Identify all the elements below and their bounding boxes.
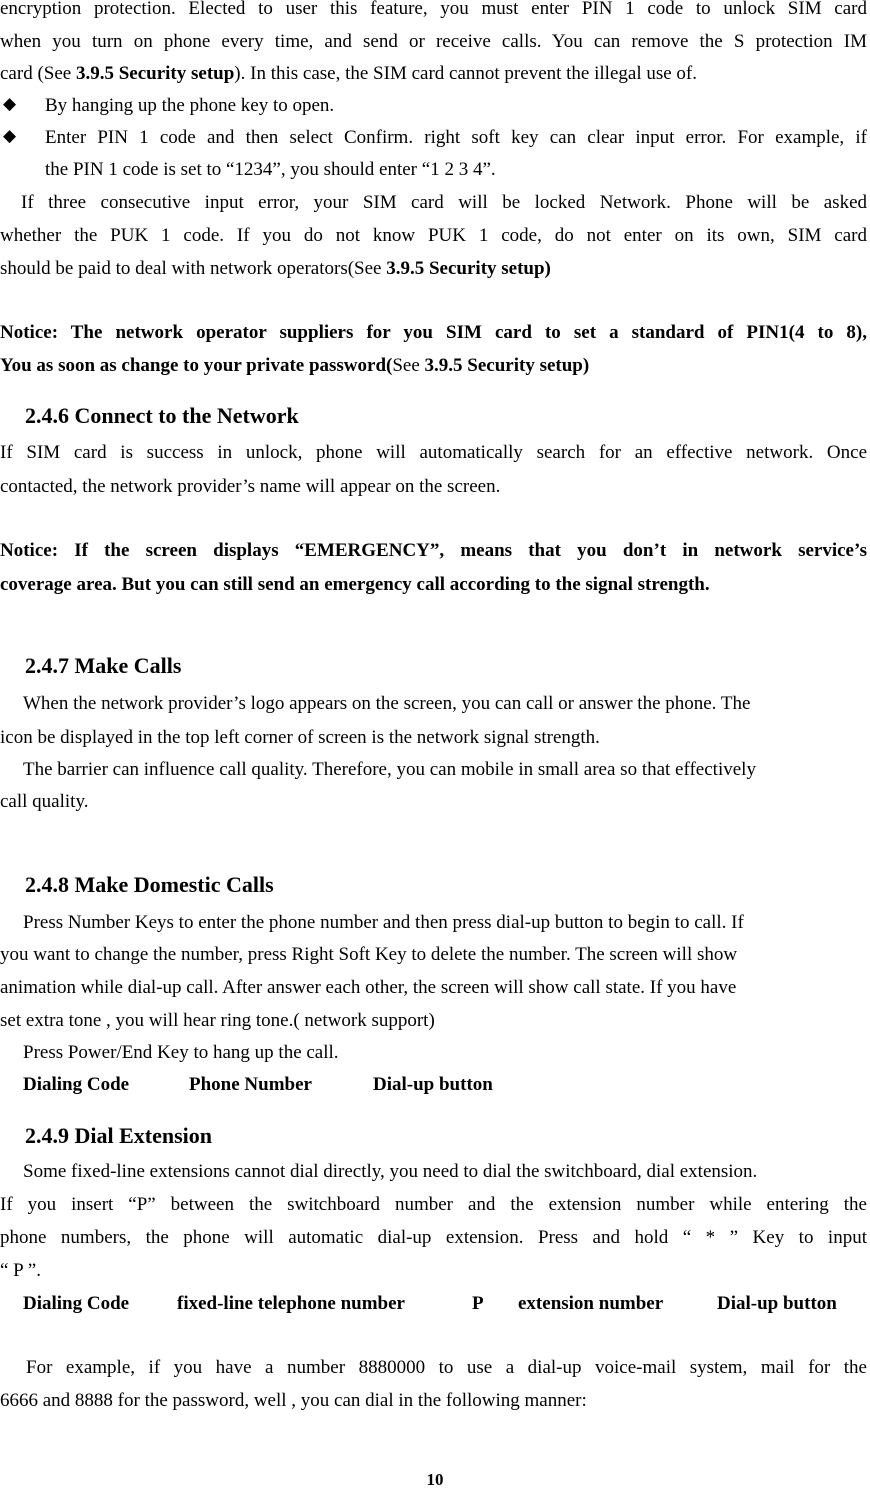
example-line: 6666 and 8888 for the password, well , y… xyxy=(0,1390,587,1411)
bullet-item: the PIN 1 code is set to “1234”, you sho… xyxy=(45,159,496,180)
body-line: If SIM card is success in unlock, phone … xyxy=(0,442,867,463)
dial-sequence-dial-up-button: Dial-up button xyxy=(373,1074,493,1095)
dial-sequence-dial-up-button: Dial-up button xyxy=(717,1293,837,1314)
section-heading-2-4-7: 2.4.7 Make Calls xyxy=(25,653,182,678)
section-heading-2-4-8: 2.4.8 Make Domestic Calls xyxy=(25,872,274,897)
section-heading-2-4-9: 2.4.9 Dial Extension xyxy=(25,1123,213,1148)
intro-text: card (See xyxy=(0,63,76,84)
body-line: Press Number Keys to enter the phone num… xyxy=(23,912,744,933)
body-line: Press Power/End Key to hang up the call. xyxy=(23,1042,339,1063)
dial-sequence-dialing-code: Dialing Code xyxy=(23,1074,130,1095)
cross-reference-link: 3.9.5 Security setup) xyxy=(424,355,590,376)
notice-text: You as soon as change to your private pa… xyxy=(0,355,393,376)
dial-sequence-phone-number: Phone Number xyxy=(189,1074,312,1095)
diamond-bullet-icon: ◆ xyxy=(3,126,17,145)
body-line: icon be displayed in the top left corner… xyxy=(0,727,600,748)
body-line: If you insert “P” between the switchboar… xyxy=(0,1194,867,1215)
intro-line: when you turn on phone every time, and s… xyxy=(0,31,867,52)
notice-line: Notice: If the screen displays “EMERGENC… xyxy=(0,540,867,561)
intro-line: card (See 3.9.5 Security setup). In this… xyxy=(0,63,867,85)
puk-line: whether the PUK 1 code. If you do not kn… xyxy=(0,225,867,246)
dial-sequence-extension-number: extension number xyxy=(518,1293,664,1314)
cross-reference-link: 3.9.5 Security setup xyxy=(75,63,235,84)
bullet-item: By hanging up the phone key to open. xyxy=(45,95,335,116)
diamond-bullet-icon: ◆ xyxy=(3,94,17,113)
section-heading-2-4-6: 2.4.6 Connect to the Network xyxy=(25,403,299,428)
dial-sequence-p: P xyxy=(472,1293,484,1314)
notice-line: coverage area. But you can still send an… xyxy=(0,574,710,595)
cross-reference-link: 3.9.5 Security setup) xyxy=(386,258,551,279)
page-number: 10 xyxy=(426,1470,444,1489)
puk-text: should be paid to deal with network oper… xyxy=(0,258,387,279)
bullet-item: Enter PIN 1 code and then select Confirm… xyxy=(45,127,867,148)
body-line: When the network provider’s logo appears… xyxy=(23,693,751,714)
dial-sequence-dialing-code: Dialing Code xyxy=(23,1293,130,1314)
body-line: animation while dial-up call. After answ… xyxy=(0,977,737,998)
body-line: The barrier can influence call quality. … xyxy=(23,759,756,780)
body-line: “ P ”. xyxy=(0,1260,41,1281)
body-line: set extra tone , you will hear ring tone… xyxy=(0,1010,435,1031)
body-line: you want to change the number, press Rig… xyxy=(0,944,738,965)
body-line: Some fixed-line extensions cannot dial d… xyxy=(23,1161,758,1182)
example-line: For example, if you have a number 888000… xyxy=(26,1357,867,1378)
body-line: phone numbers, the phone will automatic … xyxy=(0,1227,867,1248)
body-line: call quality. xyxy=(0,791,89,812)
notice-text: See xyxy=(392,355,425,376)
dial-sequence-fixed-line-number: fixed-line telephone number xyxy=(177,1293,405,1314)
notice-line: You as soon as change to your private pa… xyxy=(0,355,867,377)
notice-line: Notice: The network operator suppliers f… xyxy=(0,322,867,343)
intro-text: ). In this case, the SIM card cannot pre… xyxy=(234,63,698,84)
intro-line: encryption protection. Elected to user t… xyxy=(0,0,867,19)
puk-line: If three consecutive input error, your S… xyxy=(21,192,867,213)
body-line: contacted, the network provider’s name w… xyxy=(0,476,501,497)
puk-line: should be paid to deal with network oper… xyxy=(0,258,867,280)
